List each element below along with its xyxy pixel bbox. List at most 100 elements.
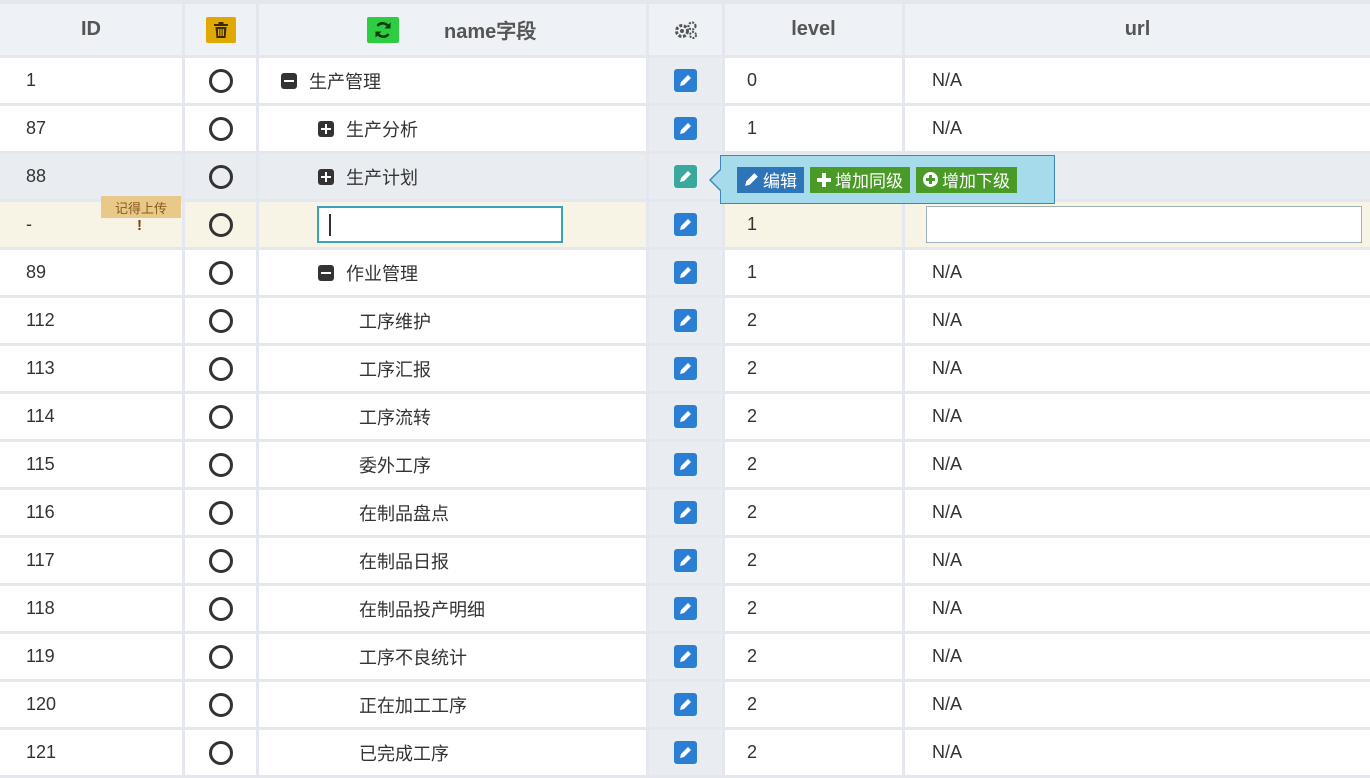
row-id: 115	[0, 442, 185, 487]
edit-icon[interactable]	[674, 213, 697, 236]
row-select-radio[interactable]	[208, 260, 233, 285]
col-header-level[interactable]: level	[725, 4, 905, 55]
row-id: 1	[0, 58, 185, 103]
url-cell: N/A	[932, 454, 963, 474]
edit-icon[interactable]	[674, 549, 697, 572]
tree-node-label[interactable]: 工序维护	[359, 308, 431, 334]
col-header-name: name字段	[259, 4, 649, 55]
name-cell: 委外工序	[259, 442, 649, 487]
tree-node-label[interactable]: 已完成工序	[359, 740, 449, 766]
edit-icon[interactable]	[674, 501, 697, 524]
name-cell	[259, 202, 649, 247]
row-select-radio[interactable]	[208, 740, 233, 765]
table-row: 120 正在加工工序 2 N/A	[0, 682, 1370, 730]
tree-node-label[interactable]: 生产分析	[346, 116, 418, 142]
col-header-name-label[interactable]: name字段	[444, 15, 536, 44]
edit-button[interactable]: 编辑	[737, 166, 804, 193]
row-select-radio[interactable]	[208, 212, 233, 237]
level-cell: 2	[725, 634, 905, 679]
url-input[interactable]	[926, 206, 1362, 243]
collapse-icon[interactable]	[281, 72, 297, 89]
add-sibling-label: 增加同级	[835, 172, 903, 191]
url-cell: N/A	[932, 550, 963, 570]
edit-icon[interactable]	[674, 405, 697, 428]
name-cell: 工序汇报	[259, 346, 649, 391]
name-input[interactable]	[317, 206, 563, 243]
row-select-radio[interactable]	[208, 68, 233, 93]
edit-icon[interactable]	[674, 309, 697, 332]
tree-node-label[interactable]: 正在加工工序	[359, 692, 467, 718]
name-cell: 在制品投产明细	[259, 586, 649, 631]
select-cell	[185, 634, 259, 679]
row-select-radio[interactable]	[208, 548, 233, 573]
select-cell	[185, 394, 259, 439]
table-row: 114 工序流转 2 N/A	[0, 394, 1370, 442]
tree-node-label[interactable]: 工序汇报	[359, 356, 431, 382]
col-header-id[interactable]: ID	[0, 4, 185, 55]
url-cell: N/A	[932, 742, 963, 762]
table-row-new: - 1	[0, 202, 1370, 250]
url-cell: N/A	[932, 118, 963, 138]
name-cell: 生产管理	[259, 58, 649, 103]
row-select-radio[interactable]	[208, 644, 233, 669]
action-cell	[649, 346, 725, 391]
action-cell	[649, 58, 725, 103]
tree-node-label[interactable]: 在制品日报	[359, 548, 449, 574]
name-cell: 工序不良统计	[259, 634, 649, 679]
add-sibling-button[interactable]: 增加同级	[810, 166, 910, 193]
url-cell: N/A	[932, 694, 963, 714]
edit-icon[interactable]	[674, 597, 697, 620]
select-cell	[185, 154, 259, 199]
row-select-radio[interactable]	[208, 308, 233, 333]
add-child-button[interactable]: 增加下级	[916, 166, 1017, 193]
edit-icon[interactable]	[674, 693, 697, 716]
row-select-radio[interactable]	[208, 452, 233, 477]
expand-icon[interactable]	[318, 120, 334, 137]
edit-icon[interactable]	[674, 69, 697, 92]
tree-node-label[interactable]: 作业管理	[346, 260, 418, 286]
refresh-button[interactable]	[367, 16, 399, 43]
delete-button[interactable]	[205, 16, 236, 43]
name-cell: 正在加工工序	[259, 682, 649, 727]
tree-node-label[interactable]: 工序不良统计	[359, 644, 467, 670]
tree-node-label[interactable]: 生产计划	[346, 164, 418, 190]
edit-icon[interactable]	[674, 261, 697, 284]
level-cell: 2	[725, 586, 905, 631]
action-cell	[649, 394, 725, 439]
tree-node-label[interactable]: 工序流转	[359, 404, 431, 430]
col-header-url[interactable]: url	[905, 4, 1370, 55]
gears-icon	[674, 20, 697, 39]
select-cell	[185, 346, 259, 391]
row-select-radio[interactable]	[208, 500, 233, 525]
select-cell	[185, 730, 259, 775]
edit-icon[interactable]	[674, 645, 697, 668]
row-select-radio[interactable]	[208, 164, 233, 189]
action-cell	[649, 106, 725, 151]
edit-icon[interactable]	[674, 357, 697, 380]
tree-node-label[interactable]: 在制品盘点	[359, 500, 449, 526]
select-cell	[185, 682, 259, 727]
edit-icon[interactable]	[674, 165, 697, 188]
row-id: 112	[0, 298, 185, 343]
edit-icon[interactable]	[674, 741, 697, 764]
table-row: 118 在制品投产明细 2 N/A	[0, 586, 1370, 634]
collapse-icon[interactable]	[318, 264, 334, 281]
tree-node-label[interactable]: 在制品投产明细	[359, 596, 485, 622]
name-cell: 工序维护	[259, 298, 649, 343]
url-cell: N/A	[932, 262, 963, 282]
edit-icon[interactable]	[674, 453, 697, 476]
edit-icon[interactable]	[674, 117, 697, 140]
row-select-radio[interactable]	[208, 404, 233, 429]
add-child-label: 增加下级	[942, 172, 1010, 191]
row-select-radio[interactable]	[208, 356, 233, 381]
action-cell	[649, 682, 725, 727]
select-cell	[185, 202, 259, 247]
row-select-radio[interactable]	[208, 596, 233, 621]
expand-icon[interactable]	[318, 168, 334, 185]
row-id: 119	[0, 634, 185, 679]
row-select-radio[interactable]	[208, 116, 233, 141]
row-select-radio[interactable]	[208, 692, 233, 717]
tree-node-label[interactable]: 生产管理	[309, 68, 381, 94]
tree-node-label[interactable]: 委外工序	[359, 452, 431, 478]
name-cell: 生产计划	[259, 154, 649, 199]
